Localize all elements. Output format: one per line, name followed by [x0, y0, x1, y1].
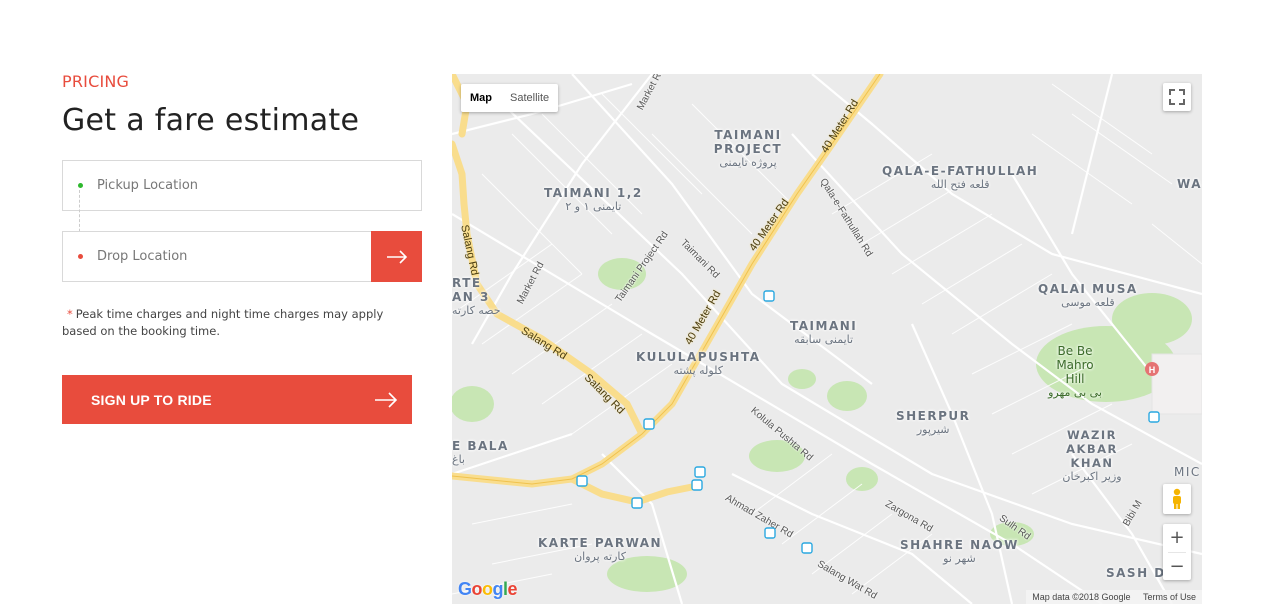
street-view-pegman-button[interactable] [1163, 484, 1191, 514]
transit-icons: H [576, 290, 1160, 554]
google-logo[interactable]: Google [458, 579, 518, 600]
zoom-control: + − [1163, 524, 1191, 580]
pickup-field[interactable] [62, 160, 422, 211]
fullscreen-icon [1169, 89, 1185, 105]
pickup-dot-icon [78, 183, 83, 188]
get-estimate-button[interactable] [371, 231, 422, 282]
map-attribution: Map data ©2018 Google Terms of Use [1026, 590, 1202, 604]
note-asterisk: * [67, 307, 73, 321]
map-type-satellite-button[interactable]: Satellite [501, 84, 558, 112]
pickup-location-input[interactable] [97, 161, 367, 210]
pricing-note: * Peak time charges and night time charge… [62, 306, 407, 340]
map-type-map-button[interactable]: Map [461, 84, 501, 112]
fullscreen-button[interactable] [1163, 83, 1191, 111]
zoom-in-button[interactable]: + [1163, 524, 1191, 552]
page-title: Get a fare estimate [62, 103, 360, 138]
arrow-right-icon [386, 249, 407, 264]
note-text: Peak time charges and night time charges… [62, 307, 384, 338]
map-type-control: Map Satellite [461, 84, 559, 112]
svg-text:H: H [1149, 365, 1156, 375]
sign-up-label: SIGN UP TO RIDE [91, 391, 212, 408]
zoom-out-button[interactable]: − [1163, 553, 1191, 581]
drop-dot-icon [78, 254, 83, 259]
arrow-right-icon [375, 391, 398, 408]
drop-location-input[interactable] [97, 232, 367, 281]
terms-of-use-link[interactable]: Terms of Use [1143, 592, 1196, 602]
pricing-eyebrow: PRICING [62, 72, 130, 91]
pegman-icon [1173, 488, 1181, 509]
hospital-icon: H [1145, 362, 1159, 376]
pricing-section: PRICING Get a fare estimate *Peak time c… [62, 72, 422, 424]
map-data-text: Map data ©2018 Google [1032, 592, 1131, 602]
sign-up-to-ride-button[interactable]: SIGN UP TO RIDE [62, 375, 412, 424]
bus-stop-icon [576, 290, 1160, 554]
drop-field[interactable] [62, 231, 422, 282]
map-view[interactable]: TAIMANI PROJECT پروژه تایمنی TAIMANI 1,2 ت… [452, 74, 1202, 604]
